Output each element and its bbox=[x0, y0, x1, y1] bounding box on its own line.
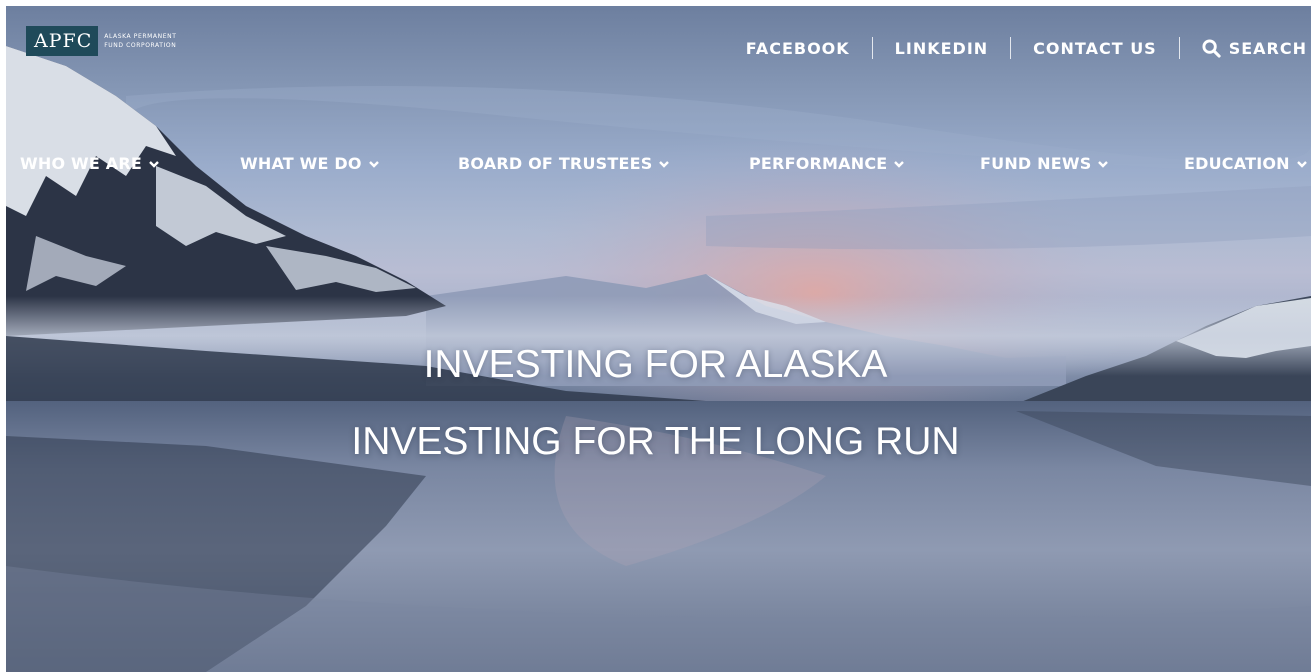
site-logo[interactable]: APFC ALASKA PERMANENT FUND CORPORATION bbox=[26, 26, 176, 56]
divider bbox=[871, 37, 873, 59]
nav-item-label: PERFORMANCE bbox=[749, 154, 888, 173]
chevron-down-icon bbox=[659, 160, 670, 168]
nav-item-label: FUND NEWS bbox=[980, 154, 1092, 173]
nav-item-education[interactable]: EDUCATION bbox=[1184, 154, 1308, 173]
facebook-link[interactable]: FACEBOOK bbox=[746, 39, 850, 58]
nav-item-fund-news[interactable]: FUND NEWS bbox=[980, 154, 1109, 173]
landscape-image bbox=[6, 6, 1311, 672]
divider bbox=[1010, 37, 1012, 59]
nav-item-label: EDUCATION bbox=[1184, 154, 1290, 173]
linkedin-link[interactable]: LINKEDIN bbox=[895, 39, 989, 58]
chevron-down-icon bbox=[149, 160, 159, 168]
logo-mark: APFC bbox=[26, 26, 99, 56]
chevron-down-icon bbox=[1098, 160, 1109, 168]
logo-subtitle: ALASKA PERMANENT FUND CORPORATION bbox=[104, 32, 176, 50]
nav-item-performance[interactable]: PERFORMANCE bbox=[749, 154, 905, 173]
divider bbox=[1178, 37, 1180, 59]
search-button[interactable]: SEARCH bbox=[1202, 39, 1307, 58]
nav-item-board-of-trustees[interactable]: BOARD OF TRUSTEES bbox=[458, 154, 670, 173]
contact-us-link[interactable]: CONTACT US bbox=[1033, 39, 1157, 58]
page: APFC ALASKA PERMANENT FUND CORPORATION F… bbox=[0, 0, 1311, 672]
hero-headline-line2: INVESTING FOR THE LONG RUN bbox=[351, 420, 960, 463]
logo-subtitle-line2: FUND CORPORATION bbox=[104, 42, 177, 49]
search-icon bbox=[1202, 38, 1221, 58]
nav-item-label: WHAT WE DO bbox=[240, 154, 362, 173]
nav-item-label: WHO WE ARE bbox=[20, 154, 142, 173]
utility-nav: FACEBOOK LINKEDIN CONTACT US SEARCH bbox=[746, 36, 1307, 60]
nav-item-label: BOARD OF TRUSTEES bbox=[458, 154, 653, 173]
logo-subtitle-line1: ALASKA PERMANENT bbox=[104, 33, 177, 40]
main-nav: WHO WE ARE WHAT WE DO BOARD OF TRUSTEES … bbox=[20, 154, 1311, 178]
chevron-down-icon bbox=[894, 160, 905, 168]
hero-headline-line1: INVESTING FOR ALASKA bbox=[423, 343, 888, 386]
nav-item-who-we-are[interactable]: WHO WE ARE bbox=[20, 154, 160, 173]
search-label: SEARCH bbox=[1228, 38, 1307, 58]
hero-background bbox=[6, 6, 1311, 672]
chevron-down-icon bbox=[1296, 160, 1307, 168]
chevron-down-icon bbox=[368, 160, 379, 168]
nav-item-what-we-do[interactable]: WHAT WE DO bbox=[240, 154, 380, 173]
